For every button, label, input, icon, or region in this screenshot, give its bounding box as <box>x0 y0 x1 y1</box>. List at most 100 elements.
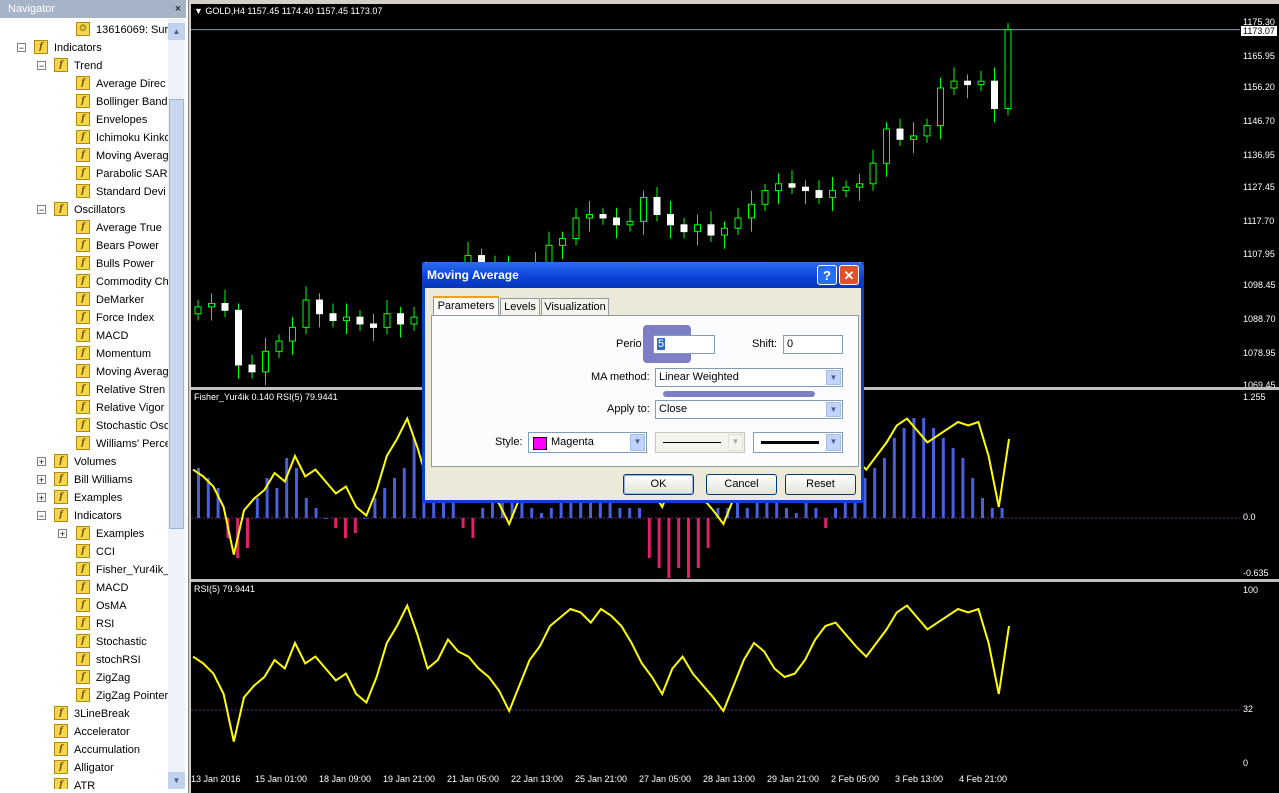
line-width-select[interactable]: ▼ <box>753 432 843 453</box>
chevron-down-icon[interactable]: ▼ <box>826 402 841 417</box>
histogram-bar <box>794 513 798 518</box>
rsi-axis: 100 32 0 <box>1240 582 1279 771</box>
moving-average-dialog: Moving Average ? ✕ Parameters Levels Vis… <box>422 262 864 503</box>
navigator-close-icon[interactable]: × <box>172 3 184 15</box>
ma-method-select[interactable]: Linear Weighted ▼ <box>655 368 843 387</box>
tab-visualization[interactable]: Visualization <box>541 298 609 316</box>
navigator-item-label: OsMA <box>96 600 127 612</box>
rsi-indicator-panel[interactable]: RSI(5) 79.9441 <box>191 582 1240 771</box>
indicator-icon: f <box>76 634 90 648</box>
navigator-item-label: ZigZag <box>96 672 131 684</box>
indicator-icon: f <box>76 256 90 270</box>
reset-button[interactable]: Reset <box>785 474 856 495</box>
tab-parameters[interactable]: Parameters <box>433 296 499 316</box>
candle-body <box>856 183 863 188</box>
candle-body <box>370 323 377 328</box>
chevron-down-icon[interactable]: ▼ <box>826 434 841 451</box>
histogram-bar <box>628 508 632 518</box>
axis-tick-label: 1.255 <box>1243 392 1266 402</box>
histogram-bar <box>961 458 965 518</box>
help-icon[interactable]: ? <box>817 265 837 285</box>
shift-input[interactable]: 0 <box>783 335 843 354</box>
candle-body <box>262 350 269 373</box>
candle-body <box>626 220 634 226</box>
indicator-icon: f <box>76 526 90 540</box>
candle-body <box>329 313 337 322</box>
indicator-icon: f <box>76 580 90 594</box>
candle-body <box>302 299 310 328</box>
candle-body <box>640 196 647 222</box>
histogram-bar <box>481 508 485 518</box>
candle-body <box>842 186 850 192</box>
collapse-icon[interactable]: − <box>17 43 26 53</box>
chevron-down-icon[interactable]: ▼ <box>826 370 841 385</box>
histogram-bar <box>687 518 690 578</box>
chevron-down-icon[interactable]: ▼ <box>630 434 645 451</box>
style-color-select[interactable]: Magenta ▼ <box>528 432 647 453</box>
histogram-bar <box>912 418 916 518</box>
period-label: Perio <box>616 338 642 350</box>
expand-icon[interactable]: + <box>58 529 67 539</box>
navigator-item-label: Bears Power <box>96 240 159 252</box>
ok-button[interactable]: OK <box>623 474 694 495</box>
navigator-item-label: Accelerator <box>74 726 130 738</box>
candle-body <box>734 217 742 229</box>
histogram-bar <box>393 478 396 518</box>
navigator-item-label: MACD <box>96 330 129 342</box>
cancel-button[interactable]: Cancel <box>706 474 777 495</box>
candle-body <box>869 162 877 185</box>
histogram-bar <box>981 498 984 518</box>
style-color-name: Magenta <box>551 436 594 448</box>
close-icon[interactable]: ✕ <box>839 265 859 285</box>
navigator-item-label: ATR <box>74 780 96 789</box>
candle-body <box>991 80 998 110</box>
histogram-bar <box>971 478 975 518</box>
time-tick-label: 18 Jan 09:00 <box>319 774 372 784</box>
indicator-icon: f <box>76 652 90 666</box>
scrollbar-thumb[interactable] <box>169 99 184 529</box>
collapse-icon[interactable]: − <box>37 205 46 215</box>
collapse-icon[interactable]: − <box>37 511 46 521</box>
chevron-down-icon[interactable]: ▼ <box>728 434 743 451</box>
candle-body <box>667 214 674 226</box>
navigator-item-label: Bollinger Bands <box>96 96 168 108</box>
indicator-icon: f <box>54 472 68 486</box>
shift-label: Shift: <box>752 338 778 350</box>
indicator-icon: f <box>76 364 90 378</box>
tab-levels[interactable]: Levels <box>500 298 540 316</box>
expand-icon[interactable]: + <box>37 475 46 485</box>
price-axis: 1175.30 1173.07 1165.95 1156.20 1146.70 1136.… <box>1240 4 1279 390</box>
style-label: Style: <box>495 436 523 448</box>
expand-icon[interactable]: + <box>37 493 46 503</box>
histogram-bar <box>275 488 279 518</box>
expand-icon[interactable]: + <box>37 457 46 467</box>
candle-body <box>194 306 202 315</box>
candle-body <box>883 128 890 164</box>
histogram-bar <box>304 498 308 518</box>
candle-body <box>343 316 350 322</box>
histogram-bar <box>285 458 289 518</box>
axis-tick-label: 1127.45 <box>1243 182 1275 192</box>
indicator-icon: f <box>54 508 68 522</box>
histogram-bar <box>1000 508 1004 518</box>
scroll-down-icon[interactable]: ▼ <box>168 772 185 789</box>
navigator-item-label: Stochastic <box>96 636 147 648</box>
histogram-bar <box>951 448 955 518</box>
histogram-bar <box>932 428 935 518</box>
scroll-up-icon[interactable]: ▲ <box>168 23 185 40</box>
navigator-item-label: Standard Devi <box>96 186 166 198</box>
indicator-icon: f <box>76 346 90 360</box>
navigator-scrollbar[interactable]: ▲ ▼ <box>168 19 185 789</box>
collapse-icon[interactable]: − <box>37 61 46 71</box>
line-style-select[interactable]: ▼ <box>655 432 745 453</box>
dialog-title-bar[interactable]: Moving Average ? ✕ <box>422 262 864 288</box>
histogram-bar <box>344 518 347 538</box>
apply-to-select[interactable]: Close ▼ <box>655 400 843 419</box>
indicator-icon: f <box>54 742 68 756</box>
indicator-icon: f <box>54 760 68 774</box>
histogram-bar <box>255 498 259 518</box>
navigator-item-label: Momentum <box>96 348 152 360</box>
candle-body <box>599 214 607 219</box>
time-tick-label: 21 Jan 05:00 <box>447 774 500 784</box>
period-input[interactable]: 5 <box>653 335 715 354</box>
